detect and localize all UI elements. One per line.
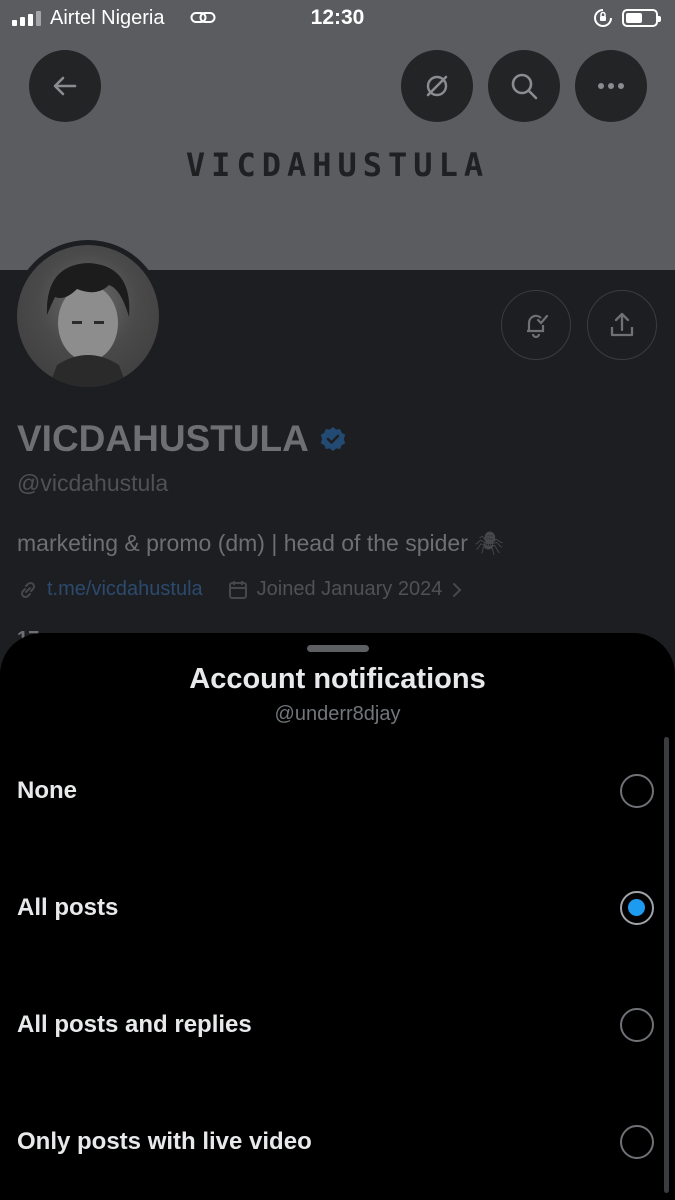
more-icon xyxy=(598,83,624,89)
sheet-subtitle: @underr8djay xyxy=(274,703,401,725)
back-button[interactable] xyxy=(29,50,101,122)
grok-button[interactable] xyxy=(401,50,473,122)
display-name-text: VICDAHUSTULA xyxy=(17,418,309,459)
grok-icon xyxy=(426,75,448,97)
radio-only-live-video[interactable] xyxy=(620,1125,654,1159)
share-button[interactable] xyxy=(587,290,657,360)
share-icon xyxy=(610,312,634,337)
profile-meta: t.me/vicdahustula Joined January 2024 xyxy=(17,578,464,601)
orientation-lock-icon xyxy=(594,9,612,27)
status-bar: Airtel Nigeria 12:30 xyxy=(0,0,675,38)
profile-bio: marketing & promo (dm) | head of the spi… xyxy=(17,530,503,557)
battery-icon xyxy=(622,9,661,27)
more-options-button[interactable] xyxy=(575,50,647,122)
search-icon xyxy=(511,73,538,100)
bio-text: marketing & promo (dm) | head of the spi… xyxy=(17,530,468,556)
profile-link[interactable]: t.me/vicdahustula xyxy=(47,578,203,601)
notifications-subscribed-button[interactable] xyxy=(501,290,571,360)
profile-banner: VICDAHUSTULA xyxy=(0,0,675,270)
option-none[interactable]: None xyxy=(0,751,675,831)
spider-icon: 🕷 xyxy=(474,530,504,556)
radio-none[interactable] xyxy=(620,774,654,808)
avatar-illustration xyxy=(46,263,130,387)
display-name: VICDAHUSTULA xyxy=(17,418,347,460)
calendar-icon xyxy=(228,580,247,599)
option-all-posts[interactable]: All posts xyxy=(0,868,675,948)
back-arrow-icon xyxy=(53,76,77,96)
radio-all-posts[interactable] xyxy=(620,891,654,925)
avatar[interactable] xyxy=(17,245,159,387)
banner-title: VICDAHUSTULA xyxy=(185,146,490,184)
sheet-grabber[interactable] xyxy=(307,645,369,652)
search-button[interactable] xyxy=(488,50,560,122)
profile-handle: @vicdahustula xyxy=(17,470,169,496)
option-all-posts-and-replies[interactable]: All posts and replies xyxy=(0,985,675,1065)
status-time: 12:30 xyxy=(310,6,365,29)
link-icon xyxy=(20,581,36,598)
radio-all-posts-and-replies[interactable] xyxy=(620,1008,654,1042)
sheet-title: Account notifications xyxy=(189,663,486,695)
option-label: All posts and replies xyxy=(17,1011,252,1038)
option-label: None xyxy=(17,777,77,804)
account-notifications-sheet: Account notifications @underr8djay None … xyxy=(0,633,675,1200)
option-label: All posts xyxy=(17,894,119,921)
option-label: Only posts with live video xyxy=(17,1128,312,1155)
sheet-scrollbar[interactable] xyxy=(664,737,669,1193)
chevron-right-icon[interactable] xyxy=(450,581,464,599)
verified-badge-icon[interactable] xyxy=(319,425,347,453)
joined-date: Joined January 2024 xyxy=(256,578,443,600)
option-only-live-video[interactable]: Only posts with live video xyxy=(0,1102,675,1182)
bell-check-icon xyxy=(527,314,549,339)
